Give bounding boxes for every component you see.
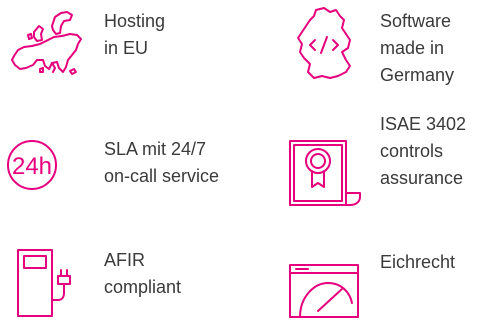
- feature-eichrecht: Eichrecht: [240, 220, 483, 320]
- feature-label: SLA mit 24/7 on-call service: [104, 136, 219, 190]
- feature-label-line: Software: [380, 11, 452, 31]
- ev-charger-icon: [14, 248, 84, 320]
- feature-label-line: Hosting: [104, 11, 166, 31]
- feature-label: Software made in Germany: [380, 8, 454, 89]
- feature-label-line: Eichrecht: [380, 252, 456, 272]
- feature-label-line: controls: [380, 141, 444, 161]
- feature-software-germany: Software made in Germany: [240, 0, 483, 110]
- feature-label: AFIR compliant: [104, 247, 181, 301]
- feature-label-line: SLA mit 24/7: [104, 139, 207, 159]
- feature-label-line: in EU: [104, 38, 149, 58]
- feature-label-line: made in: [380, 38, 445, 58]
- feature-label-line: Germany: [380, 65, 455, 85]
- feature-grid: Hosting in EU Software made in Germany 2…: [0, 0, 483, 320]
- feature-label: Eichrecht: [380, 249, 455, 276]
- feature-isae: ISAE 3402 controls assurance: [240, 110, 483, 220]
- feature-afir: AFIR compliant: [0, 220, 240, 320]
- feature-hosting-eu: Hosting in EU: [0, 0, 240, 110]
- feature-label-line: on-call service: [104, 166, 220, 186]
- feature-label-line: AFIR: [104, 250, 146, 270]
- certificate-icon: [286, 135, 364, 215]
- feature-label-line: compliant: [104, 277, 182, 297]
- feature-label: Hosting in EU: [104, 8, 165, 62]
- feature-sla: 24h SLA mit 24/7 on-call service: [0, 110, 240, 220]
- feature-label-line: ISAE 3402: [380, 114, 467, 134]
- feature-label: ISAE 3402 controls assurance: [380, 111, 466, 192]
- europe-map-icon: [6, 8, 88, 76]
- svg-text:24h: 24h: [12, 153, 52, 180]
- 24h-icon: 24h: [6, 139, 58, 191]
- meter-gauge-icon: [288, 263, 362, 319]
- germany-code-icon: [284, 6, 366, 84]
- feature-label-line: assurance: [380, 168, 464, 188]
